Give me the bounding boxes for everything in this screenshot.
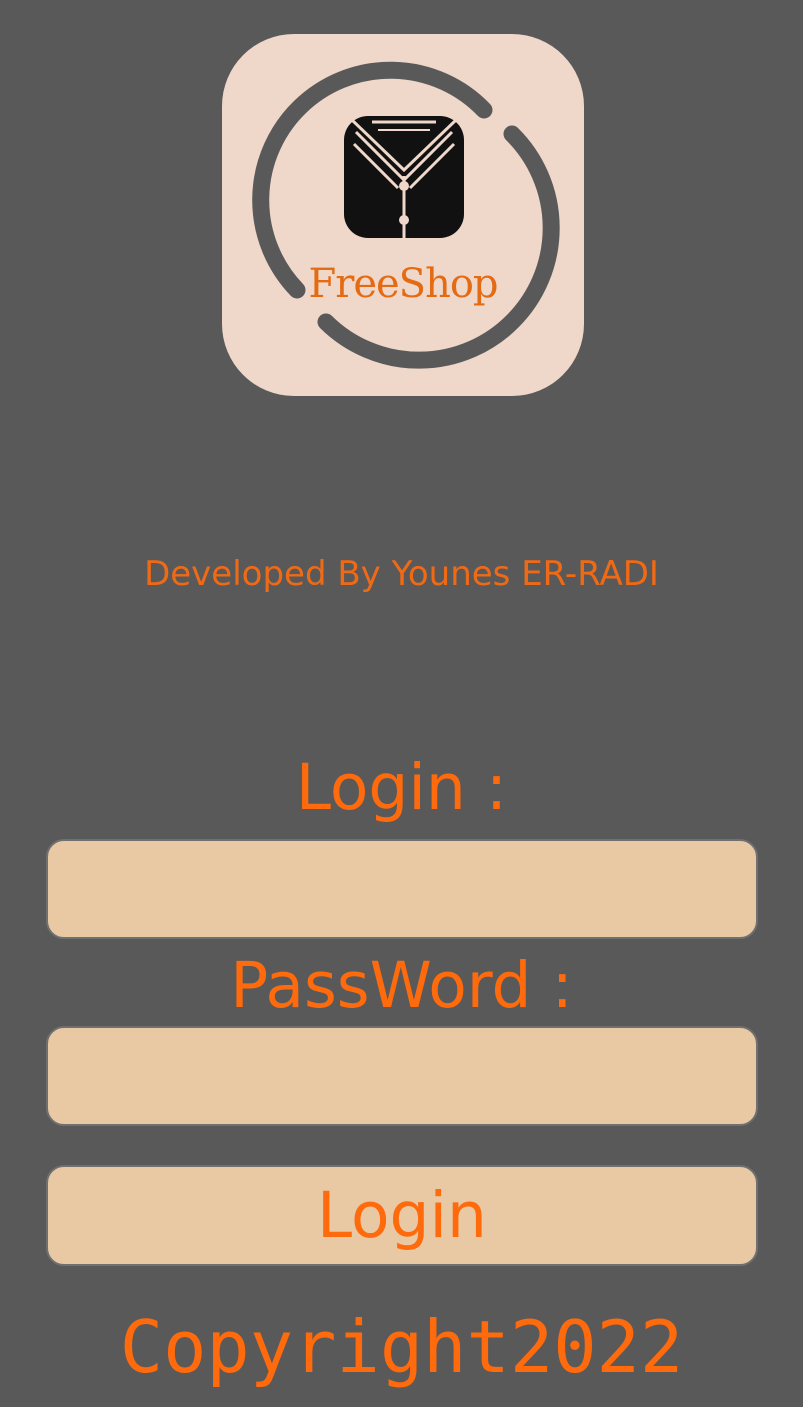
- password-label: PassWord :: [230, 949, 573, 1022]
- developer-credit: Developed By Younes ER-RADI: [144, 554, 659, 594]
- login-input[interactable]: [46, 839, 758, 939]
- password-input[interactable]: [46, 1026, 758, 1126]
- login-button[interactable]: Login: [46, 1165, 758, 1266]
- login-label: Login :: [295, 751, 508, 824]
- shirt-icon: [252, 61, 560, 369]
- app-logo: FreeShop: [222, 34, 584, 396]
- logo-text: FreeShop: [308, 261, 498, 307]
- copyright-text: Copyright2022: [119, 1305, 684, 1389]
